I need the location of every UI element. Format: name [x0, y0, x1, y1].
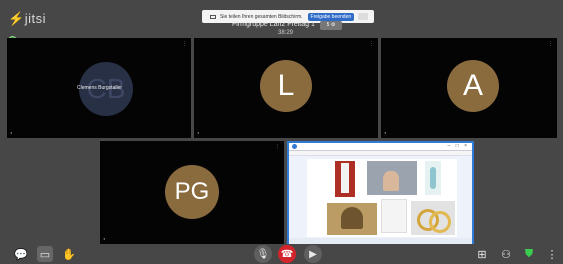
water-image	[425, 161, 441, 195]
participant-count-badge[interactable]: 5 ⚙	[320, 21, 342, 30]
participant-tile[interactable]: CB Clemens Burgstaller ⋮ ◖	[7, 38, 191, 138]
hangup-icon[interactable]: ☎	[278, 245, 296, 263]
tile-menu-icon[interactable]: ⋮	[182, 41, 187, 47]
meeting-stage: ⚡jitsi Sie teilen Ihren gesamten Bildsch…	[0, 0, 563, 264]
mic-status-icon: ◖	[197, 130, 200, 135]
tile-menu-icon[interactable]: ⋮	[369, 41, 374, 47]
more-options-icon[interactable]: ⋮	[544, 246, 560, 262]
avatar: A	[447, 60, 499, 112]
avatar: L	[260, 60, 312, 112]
screenshare-icon[interactable]: ▭	[37, 246, 53, 262]
security-icon[interactable]: ⛊	[521, 246, 537, 262]
rings-image	[411, 201, 455, 235]
participant-label: Clemens Burgstaller	[77, 85, 123, 91]
mic-status-icon: ◖	[384, 130, 387, 135]
slide-canvas	[307, 159, 457, 237]
camera-icon[interactable]: ▶	[304, 245, 322, 263]
mic-status-icon: ◖	[103, 236, 106, 241]
praying-hands-image	[367, 161, 417, 195]
logo-text: jitsi	[24, 11, 46, 26]
participant-tile[interactable]: PG ⋮ ◖	[100, 141, 284, 244]
raise-hand-icon[interactable]: ✋	[61, 246, 77, 262]
jitsi-logo[interactable]: ⚡jitsi	[8, 11, 46, 27]
window-titlebar: – □ ×	[289, 143, 472, 151]
share-message: Sie teilen Ihren gesamten Bildschirm.	[220, 13, 303, 20]
participant-tile[interactable]: L ⋮ ◖	[194, 38, 378, 138]
hide-banner-button[interactable]	[358, 13, 369, 20]
tile-menu-icon[interactable]: ⋮	[548, 41, 553, 47]
avatar: PG	[165, 165, 219, 219]
chalice-image	[327, 203, 377, 235]
participant-tile[interactable]: A ⋮ ◖	[381, 38, 557, 138]
chat-icon[interactable]: 💬	[13, 246, 29, 262]
screen-share-tile[interactable]: – □ ×	[287, 141, 474, 246]
logo-icon: ⚡	[8, 11, 25, 26]
stop-sharing-button[interactable]: Freigabe beenden	[307, 12, 355, 21]
stole-image	[335, 161, 355, 197]
tile-menu-icon[interactable]: ⋮	[275, 144, 280, 150]
header: ⚡jitsi Sie teilen Ihren gesamten Bildsch…	[0, 0, 563, 36]
microphone-icon[interactable]: 🎙	[254, 245, 272, 263]
tile-view-icon[interactable]: ⊞	[474, 246, 490, 262]
mic-status-icon: ◖	[10, 130, 13, 135]
shirt-image	[381, 199, 407, 233]
app-icon	[292, 144, 297, 149]
screen-share-icon	[210, 14, 216, 19]
window-controls[interactable]: – □ ×	[448, 143, 470, 149]
meeting-title: Firmgruppe Lan2 Freitag 1	[232, 21, 315, 28]
bottom-toolbar: 💬 ▭ ✋ 🎙 ☎ ▶ ⊞ ⚇ ⛊ ⋮	[0, 244, 563, 264]
window-ribbon	[289, 151, 472, 156]
meeting-timer: 38:29	[278, 30, 294, 36]
participants-icon[interactable]: ⚇	[498, 246, 514, 262]
